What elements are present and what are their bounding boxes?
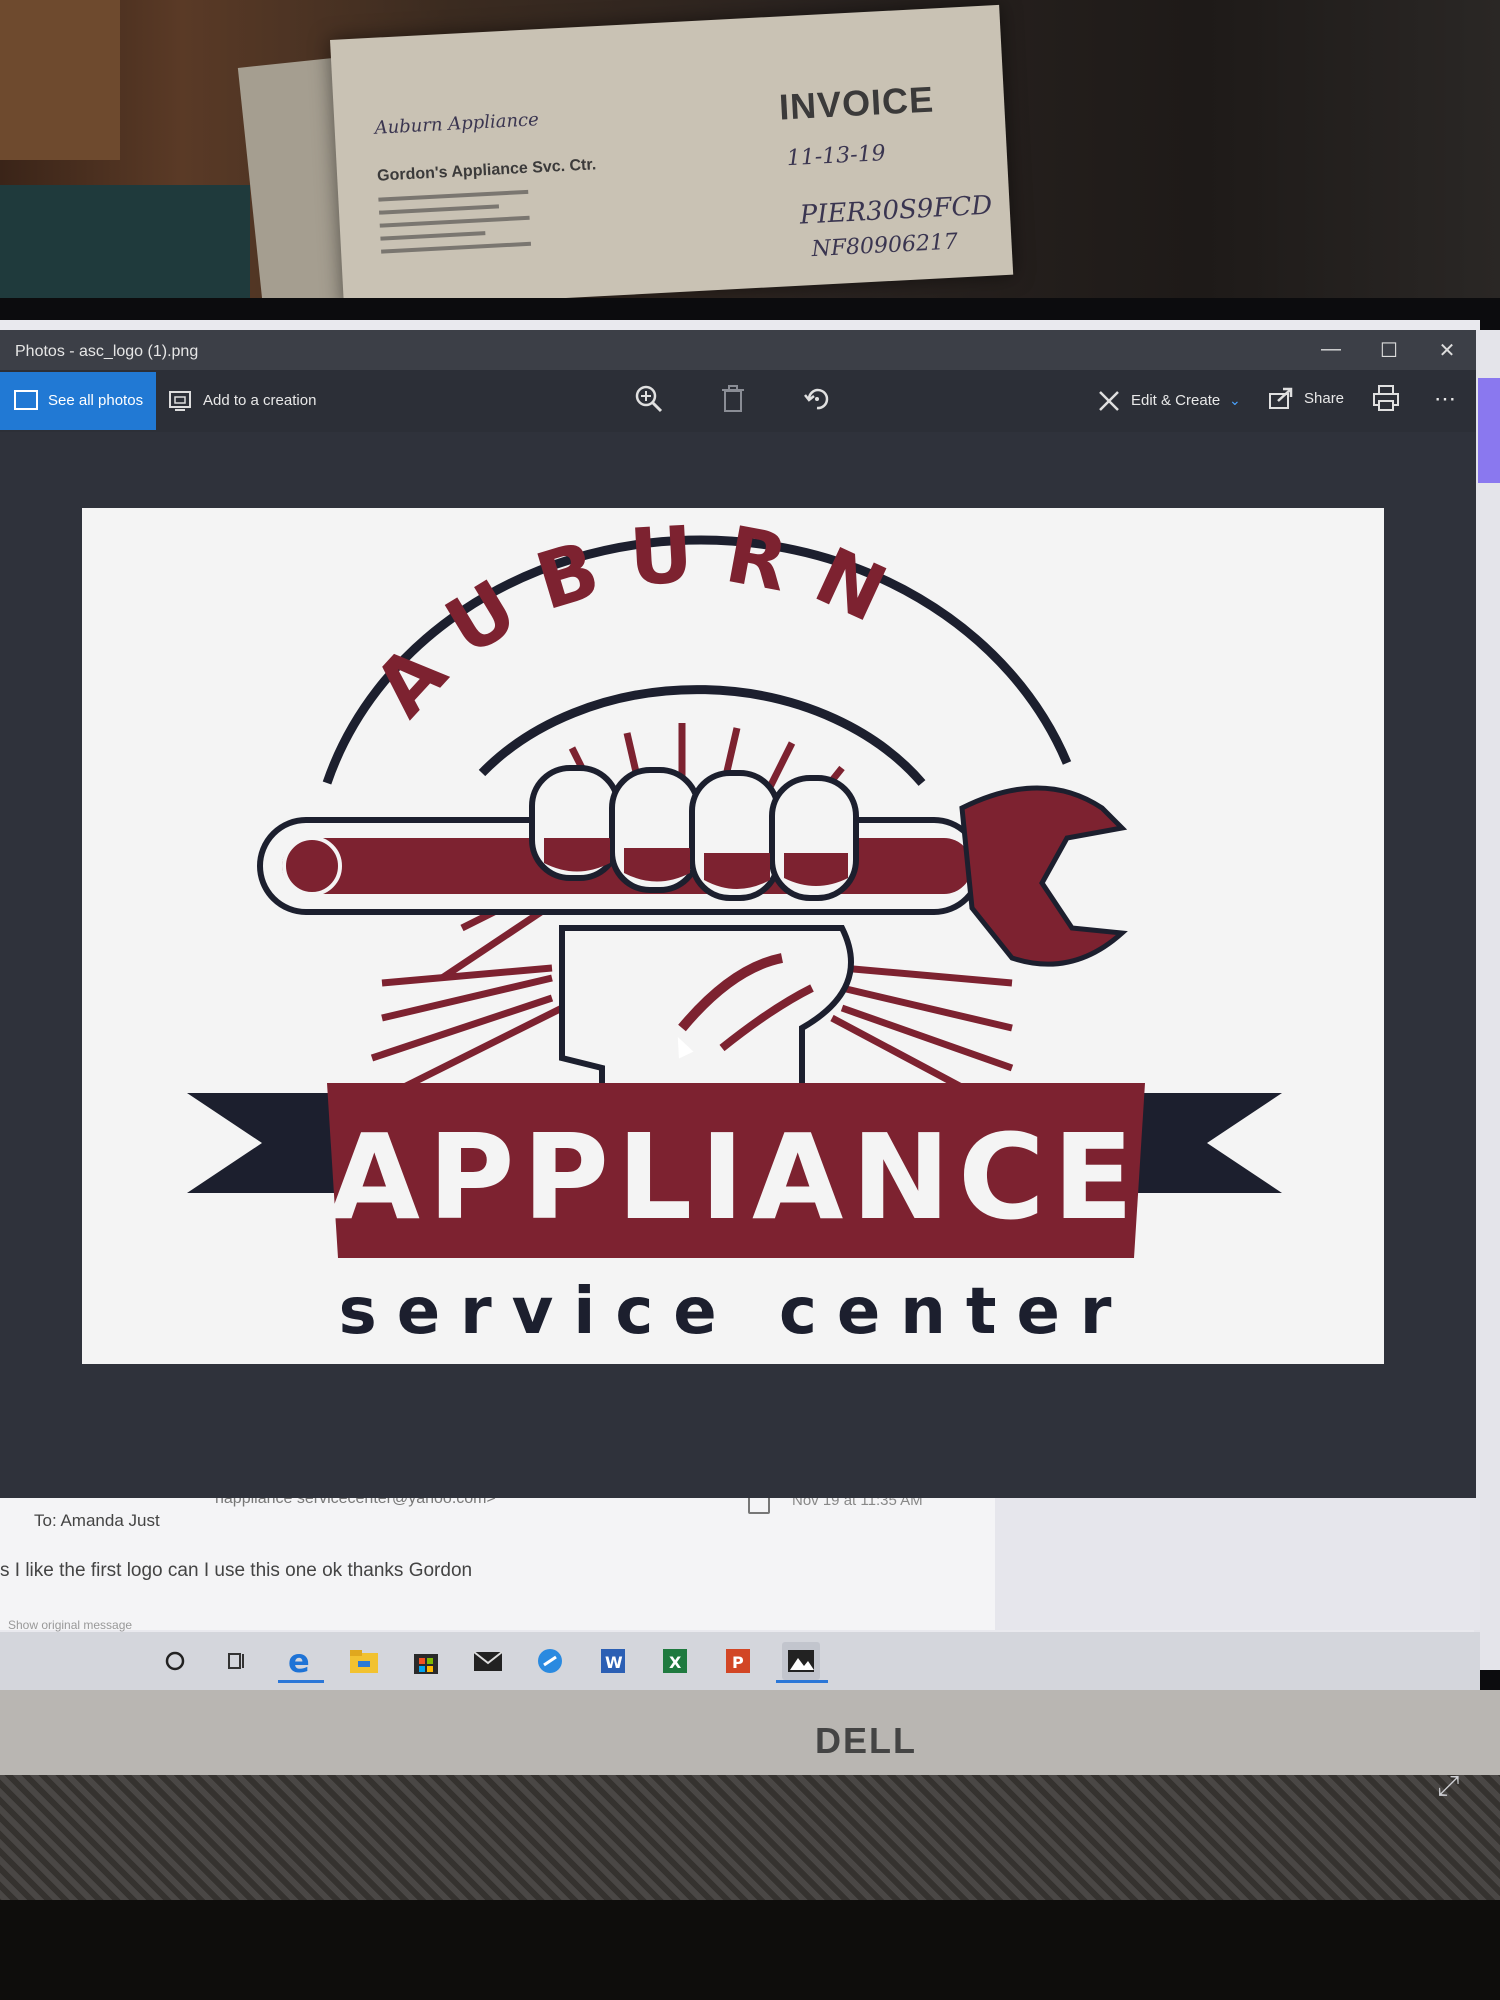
mail-side-panel xyxy=(995,1490,1480,1630)
handwritten-date: 11-13-19 xyxy=(786,141,887,172)
handwritten-code-2: NF80906217 xyxy=(810,229,959,263)
shelf xyxy=(0,0,120,160)
window-title: Photos - asc_logo (1).png xyxy=(15,343,199,360)
dark-surface xyxy=(0,1900,1500,2000)
box xyxy=(0,185,250,310)
handwritten-code-1: PIER30S9FCD xyxy=(799,190,993,231)
svg-text:W: W xyxy=(605,1653,623,1672)
taskbar: e W X P xyxy=(0,1632,1480,1690)
logo-bottom-words: service center xyxy=(339,1275,1132,1349)
share-button[interactable]: Share xyxy=(1304,390,1344,407)
svg-text:X: X xyxy=(669,1653,682,1672)
other-app-icon[interactable] xyxy=(531,1642,569,1680)
background-scene: INVOICE Auburn Appliance Gordon's Applia… xyxy=(0,0,1500,310)
cortana-icon[interactable] xyxy=(156,1642,194,1680)
add-to-creation-icon xyxy=(168,390,192,417)
file-explorer-icon[interactable] xyxy=(345,1642,383,1680)
excel-icon[interactable]: X xyxy=(656,1642,694,1680)
auburn-appliance-logo: AUBURN APPLIANCE service center xyxy=(187,509,1282,1349)
share-icon xyxy=(1268,386,1294,415)
edit-icon xyxy=(1096,388,1122,419)
logo-middle-word: APPLIANCE xyxy=(329,1108,1142,1246)
mail-body: s I like the first logo can I use this o… xyxy=(0,1560,473,1581)
show-original-link[interactable]: Show original message xyxy=(8,1618,132,1632)
task-view-icon[interactable] xyxy=(218,1642,256,1680)
add-to-creation-button[interactable]: Add to a creation xyxy=(203,392,316,409)
printed-company: Gordon's Appliance Svc. Ctr. xyxy=(376,156,597,185)
title-bar: Photos - asc_logo (1).png — ☐ ✕ xyxy=(0,330,1476,370)
svg-text:P: P xyxy=(732,1653,744,1672)
invoice-label: INVOICE xyxy=(778,78,936,128)
background-window-edge xyxy=(1474,330,1500,1670)
printed-lines xyxy=(378,189,532,263)
photos-gallery-icon xyxy=(14,390,38,410)
handwritten-name: Auburn Appliance xyxy=(374,109,540,139)
edge-icon[interactable]: e xyxy=(281,1642,319,1680)
delete-icon[interactable] xyxy=(720,384,746,419)
print-icon[interactable] xyxy=(1372,384,1400,417)
ribbon-right-tail xyxy=(1124,1093,1282,1193)
ribbon-left-tail xyxy=(187,1093,352,1193)
fullscreen-icon[interactable]: ⤢ xyxy=(1437,1770,1459,1803)
mail-to: To: Amanda Just xyxy=(34,1511,160,1530)
store-icon[interactable] xyxy=(407,1642,445,1680)
close-button[interactable]: ✕ xyxy=(1432,338,1462,362)
logo-image: AUBURN APPLIANCE service center xyxy=(82,508,1384,1364)
powerpoint-icon[interactable]: P xyxy=(719,1642,757,1680)
more-options-button[interactable]: ⋯ xyxy=(1434,386,1456,412)
mail-icon[interactable] xyxy=(469,1642,507,1680)
monitor-bezel xyxy=(0,1690,1500,1780)
svg-text:e: e xyxy=(288,1644,310,1678)
maximize-button[interactable]: ☐ xyxy=(1374,338,1404,362)
background-window-accent xyxy=(1478,378,1500,483)
monitor-brand: DELL xyxy=(815,1720,917,1761)
chevron-down-icon[interactable]: ⌄ xyxy=(1229,392,1241,409)
word-icon[interactable]: W xyxy=(594,1642,632,1680)
photos-active-indicator xyxy=(776,1680,828,1683)
zoom-icon[interactable] xyxy=(634,384,664,419)
see-all-photos-button[interactable]: See all photos xyxy=(0,372,156,430)
photos-icon[interactable] xyxy=(782,1642,820,1680)
edit-create-button[interactable]: Edit & Create xyxy=(1131,392,1220,409)
invoice-paper: INVOICE Auburn Appliance Gordon's Applia… xyxy=(330,4,1014,310)
minimize-button[interactable]: — xyxy=(1316,338,1346,362)
rotate-icon[interactable] xyxy=(802,384,832,419)
edge-active-indicator xyxy=(278,1680,324,1683)
